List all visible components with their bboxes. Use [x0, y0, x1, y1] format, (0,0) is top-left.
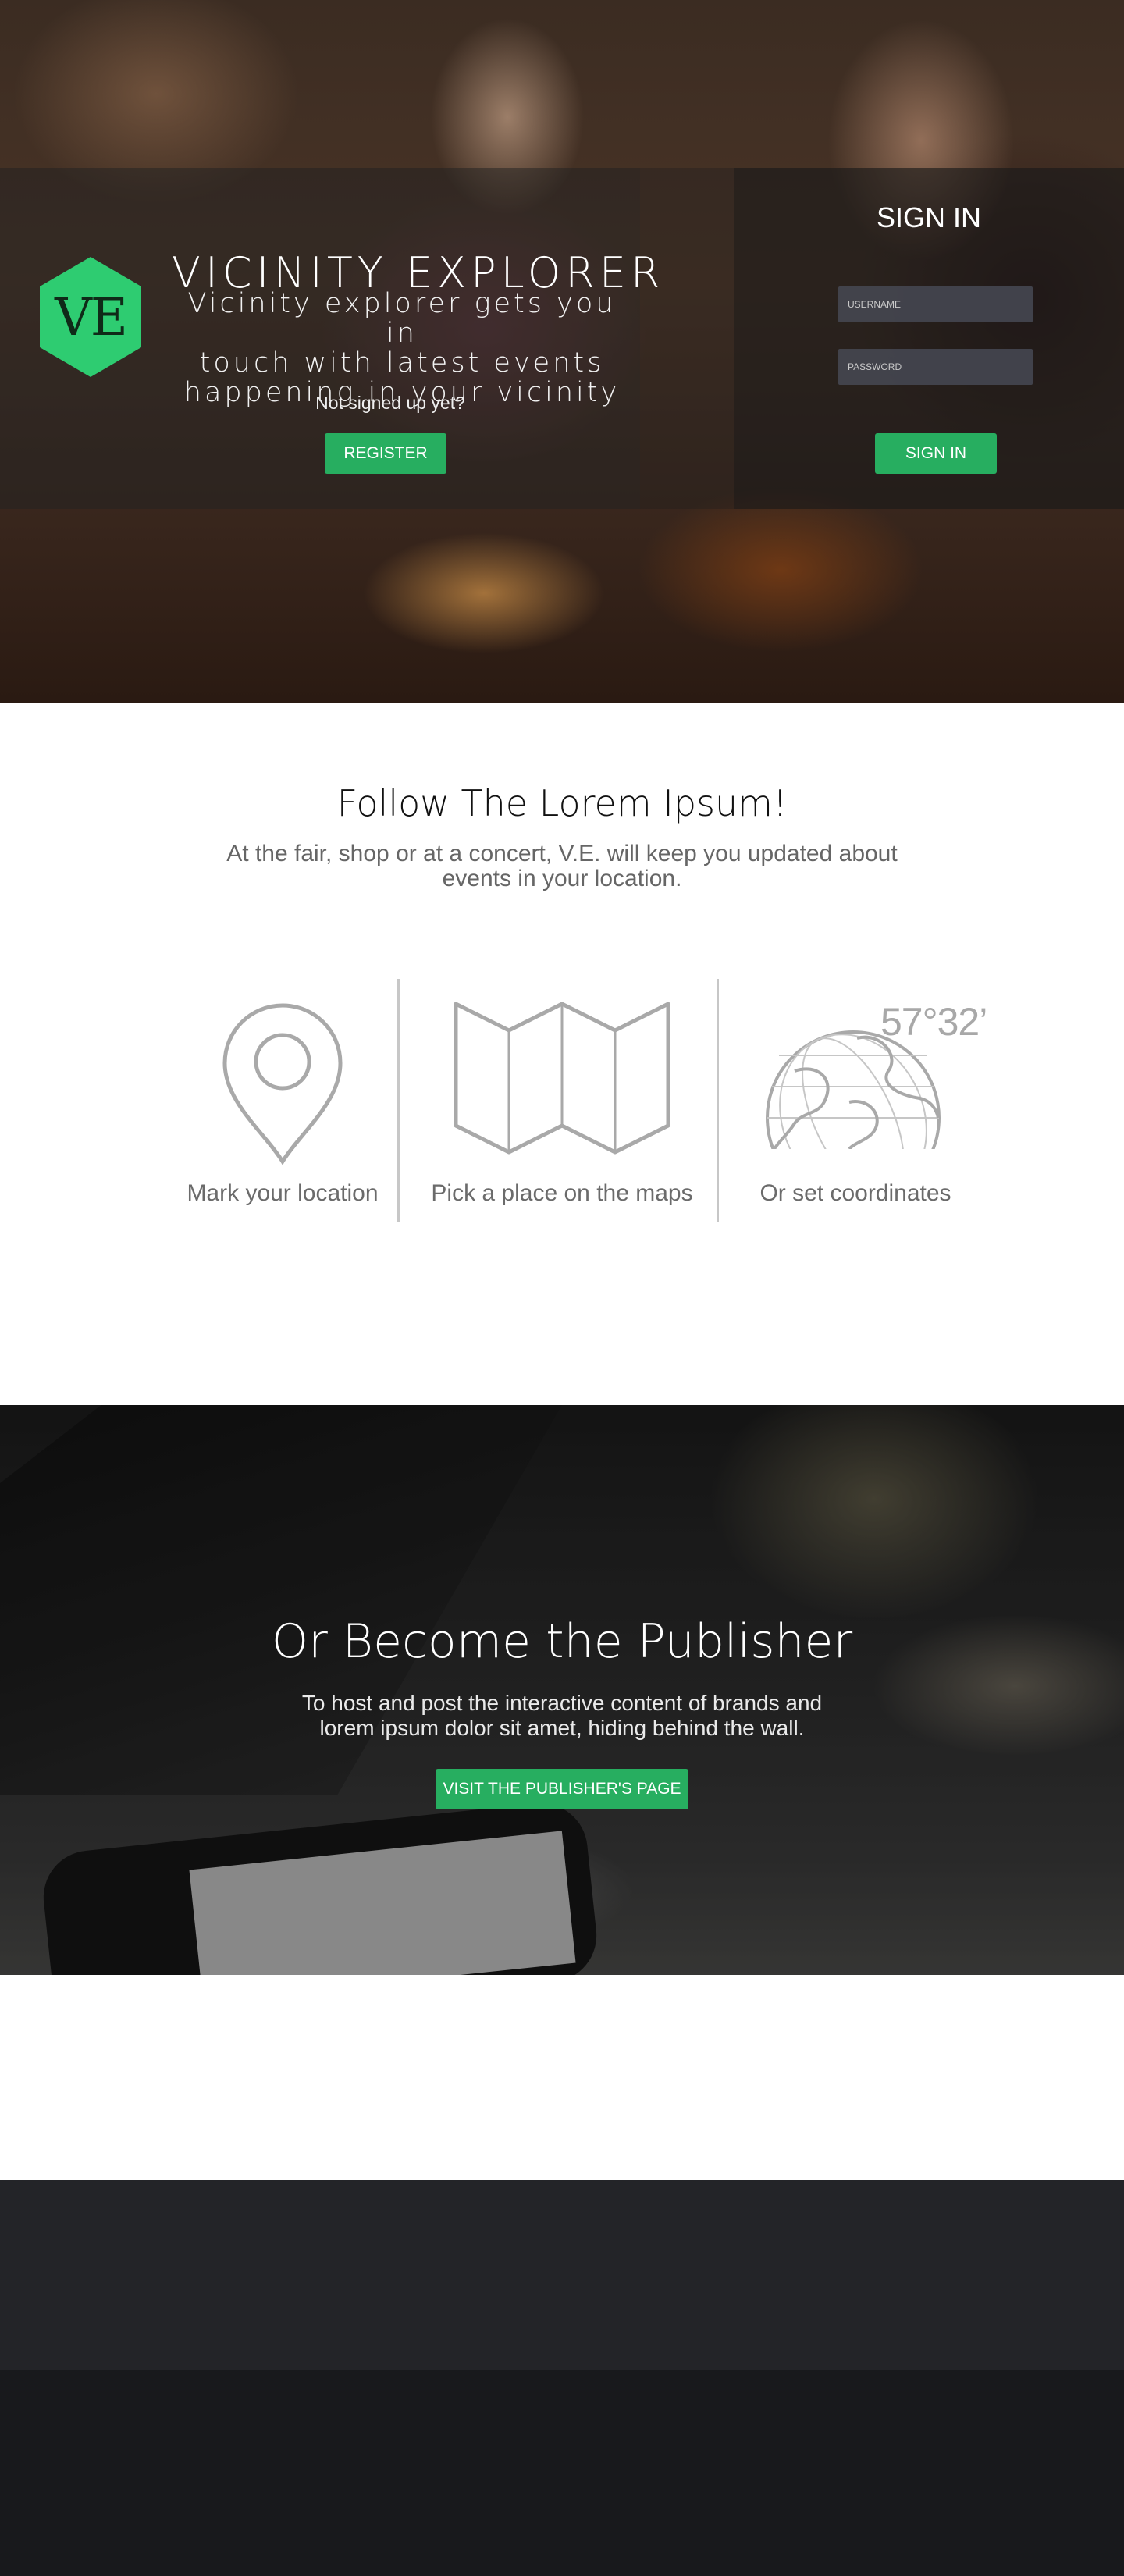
publisher-overlay — [0, 1405, 1124, 1975]
footer-bottom-band — [0, 2370, 1124, 2576]
username-input[interactable] — [838, 286, 1033, 322]
publisher-section: Or Become the Publisher To host and post… — [0, 1405, 1124, 1975]
publisher-subtitle: To host and post the interactive content… — [250, 1691, 874, 1741]
feature-divider — [397, 979, 400, 1222]
footer-top-band — [0, 2180, 1124, 2370]
publisher-title: Or Become the Publisher — [271, 1614, 853, 1669]
register-button[interactable]: REGISTER — [325, 433, 446, 474]
features-title: Follow The Lorem Ipsum! — [336, 782, 788, 824]
logo-text: VE — [55, 286, 128, 347]
features-subtitle-line: events in your location. — [442, 866, 682, 891]
signin-title: SIGN IN — [876, 201, 981, 233]
location-pin-icon — [222, 1003, 343, 1165]
features-subtitle: At the fair, shop or at a concert, V.E. … — [211, 841, 913, 891]
tagline-line: touch with latest events — [199, 347, 605, 379]
signin-button[interactable]: SIGN IN — [875, 433, 997, 474]
feature-label-coordinates: Or set coordinates — [759, 1180, 951, 1206]
feature-label-map: Pick a place on the maps — [431, 1180, 693, 1206]
feature-divider — [717, 979, 719, 1222]
not-signed-up-text: Not signed up yet? — [315, 393, 465, 413]
feature-label-location: Mark your location — [187, 1180, 379, 1206]
app-tagline: Vicinity explorer gets you in touch with… — [172, 289, 632, 407]
features-subtitle-line: At the fair, shop or at a concert, V.E. … — [226, 841, 898, 866]
coordinate-readout: 57°32’ — [880, 1000, 987, 1044]
publisher-subtitle-line: To host and post the interactive content… — [301, 1691, 823, 1715]
password-input[interactable] — [838, 349, 1033, 385]
publisher-subtitle-line: lorem ipsum dolor sit amet, hiding behin… — [319, 1716, 805, 1740]
tagline-line: Vicinity explorer gets you in — [187, 288, 617, 349]
hero-section: VE VICINITY EXPLORER Vicinity explorer g… — [0, 0, 1124, 703]
visit-publisher-button[interactable]: VISIT THE PUBLISHER'S PAGE — [436, 1769, 688, 1809]
folded-map-icon — [454, 1002, 670, 1155]
